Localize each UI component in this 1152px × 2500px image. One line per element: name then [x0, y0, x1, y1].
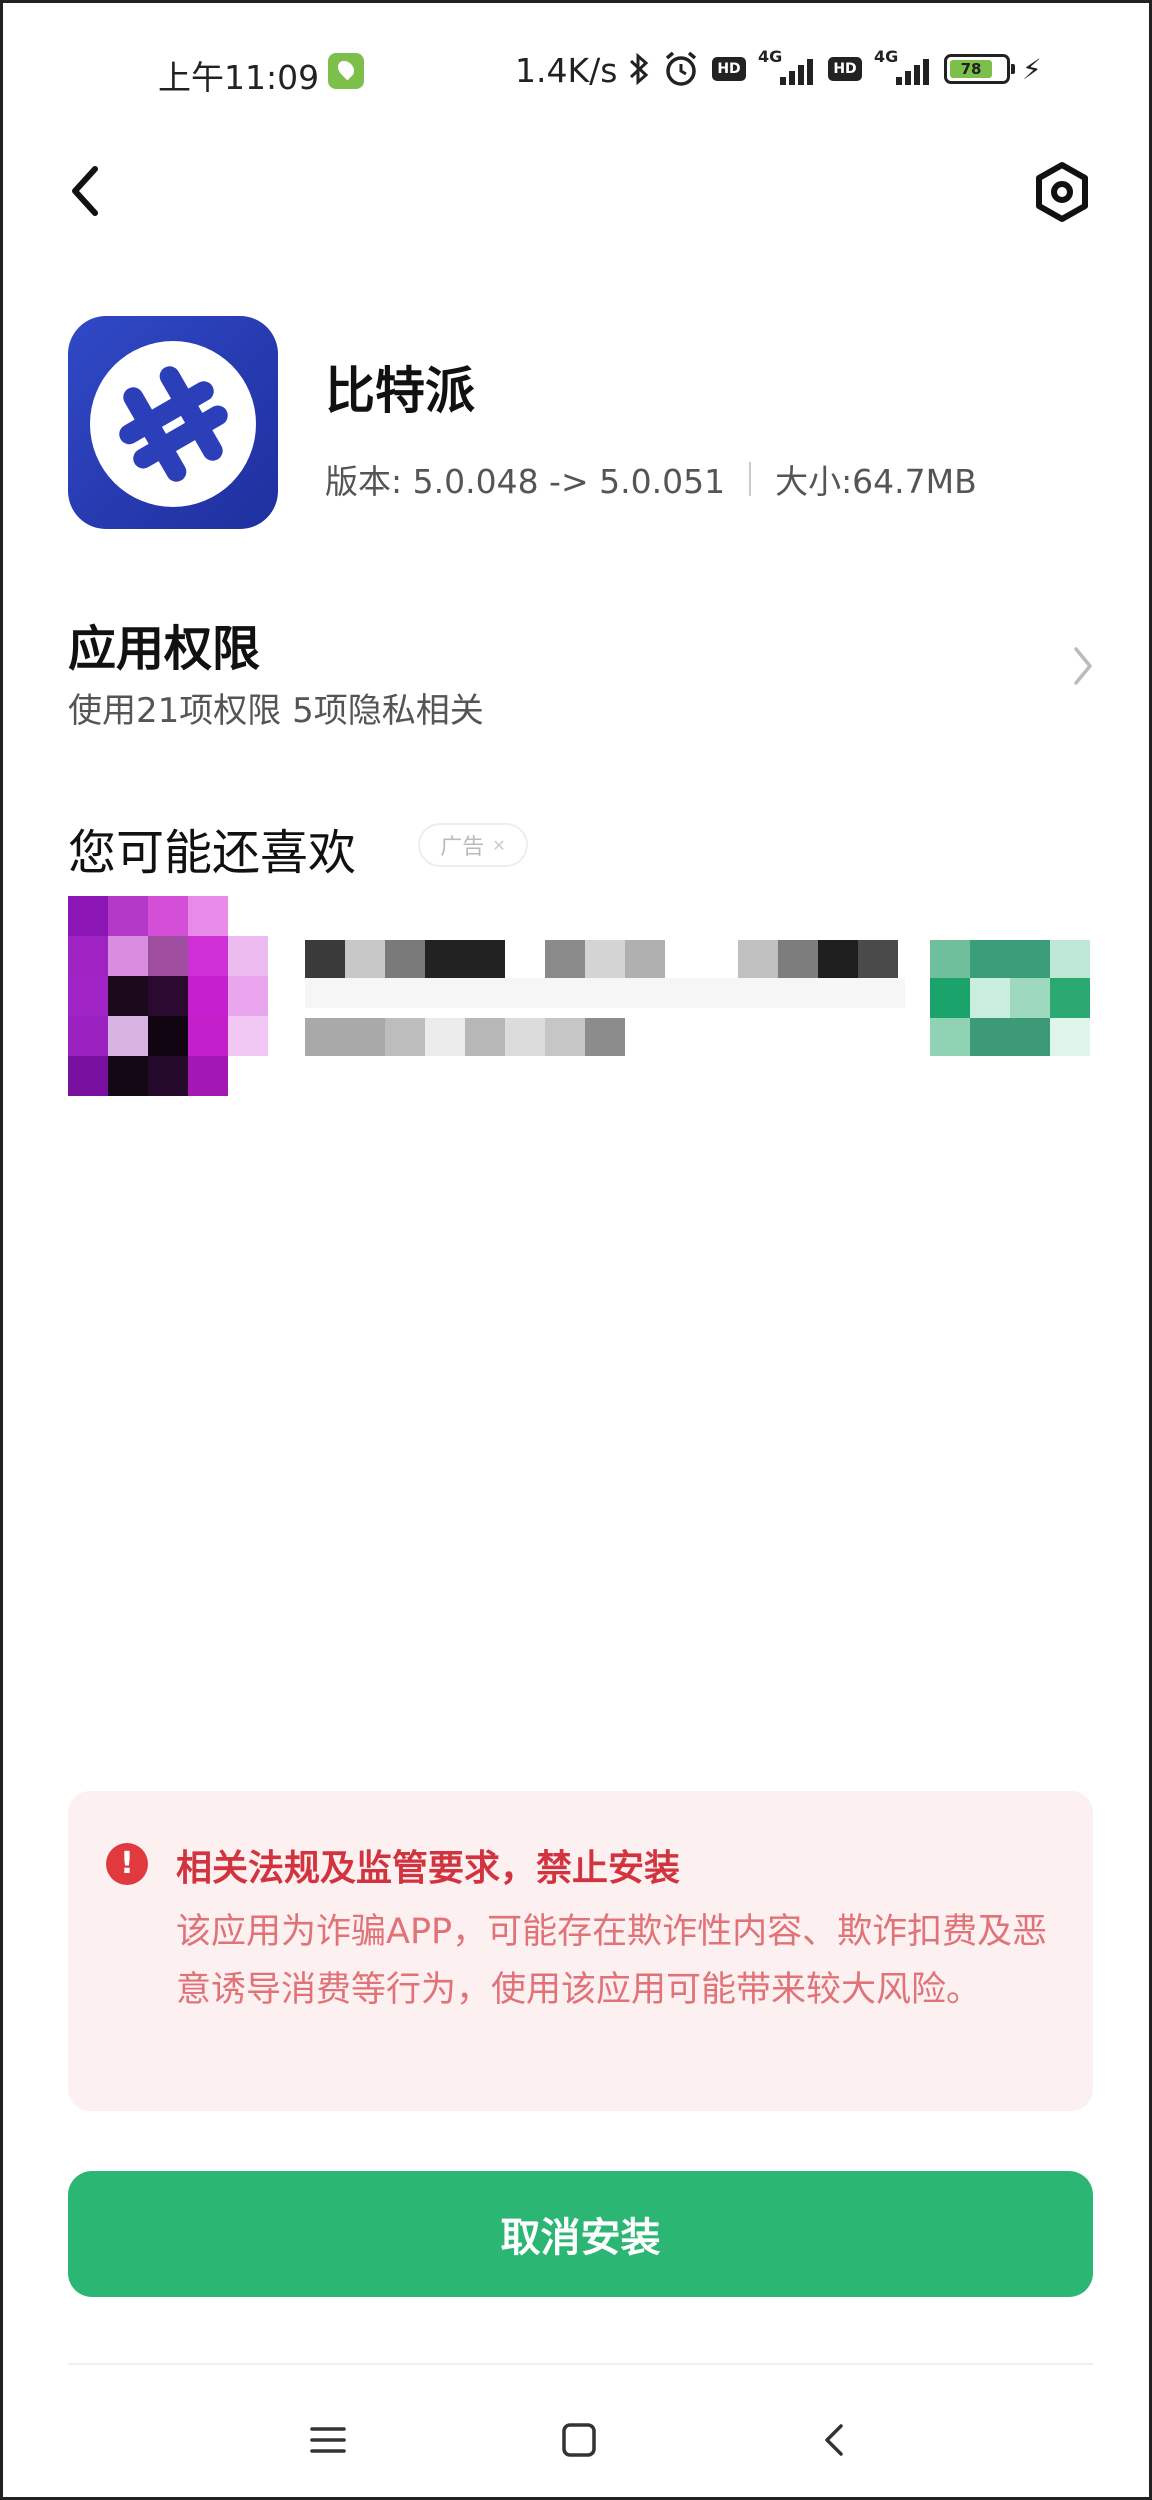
menu-icon: [310, 2427, 346, 2453]
status-time: 上午11:09: [158, 58, 320, 97]
recommendations-title: 您可能还喜欢: [68, 825, 357, 881]
settings-button[interactable]: [1031, 161, 1093, 223]
app-logo-disc: [90, 341, 256, 507]
battery-icon: 78: [944, 54, 1015, 84]
recommended-app-item[interactable]: [68, 896, 1098, 1096]
nav-back-button[interactable]: [805, 2410, 865, 2470]
chevron-right-icon: [1074, 647, 1092, 685]
close-ad-icon: ✕: [492, 835, 506, 855]
charging-icon: ⚡: [1022, 52, 1042, 86]
hd-icon: HD: [712, 57, 746, 81]
signal-icon: 4G: [874, 47, 932, 89]
home-icon: [562, 2423, 596, 2457]
ad-badge[interactable]: 广告 ✕: [418, 823, 528, 867]
system-nav-bar: [3, 2398, 1152, 2478]
battery-level: 78: [950, 60, 992, 78]
security-warning: ! 相关法规及监管要求，禁止安装 该应用为诈骗APP，可能存在欺诈性内容、欺诈扣…: [68, 1791, 1093, 2111]
menu-button[interactable]: [298, 2410, 358, 2470]
screen: 上午11:09 1.4K/s HD 4G HD 4G 78 ⚡ 比特派 版本: …: [0, 0, 1152, 2500]
app-icon: [68, 316, 278, 529]
permissions-title: 应用权限: [68, 621, 261, 677]
status-icons: HD 4G HD 4G 78 ⚡: [628, 47, 1042, 89]
meta-divider: [749, 462, 752, 496]
home-button[interactable]: [549, 2410, 609, 2470]
warning-title: 相关法规及监管要求，禁止安装: [176, 1848, 681, 1889]
cancel-install-button[interactable]: 取消安装: [68, 2171, 1093, 2297]
hash-logo-icon: [119, 366, 228, 482]
app-meta: 版本: 5.0.048 -> 5.0.051 大小:64.7MB: [325, 455, 977, 503]
back-button[interactable]: [63, 161, 113, 221]
network-speed: 1.4K/s: [515, 51, 618, 90]
back-icon: [825, 2424, 843, 2456]
nav-divider: [68, 2363, 1093, 2365]
bluetooth-icon: [629, 52, 649, 86]
chevron-left-icon: [72, 166, 98, 216]
wechat-leaf-icon: [328, 53, 364, 89]
signal-icon: 4G: [758, 47, 816, 89]
app-name: 比特派: [325, 362, 475, 420]
status-bar: 上午11:09 1.4K/s HD 4G HD 4G 78 ⚡: [3, 43, 1152, 103]
hexagon-settings-icon: [1036, 162, 1088, 222]
app-size: 大小:64.7MB: [775, 462, 977, 501]
ad-label: 广告: [440, 835, 485, 860]
alarm-icon: [665, 51, 697, 86]
app-version: 版本: 5.0.048 -> 5.0.051: [325, 462, 726, 501]
hd-icon: HD: [828, 57, 862, 81]
alert-icon: !: [106, 1843, 148, 1885]
permissions-subtitle: 使用21项权限 5项隐私相关: [68, 691, 484, 731]
app-permissions-row[interactable]: 应用权限 使用21项权限 5项隐私相关: [68, 603, 1098, 743]
warning-body: 该应用为诈骗APP，可能存在欺诈性内容、欺诈扣费及恶意诱导消费等行为，使用该应用…: [176, 1912, 1048, 2010]
